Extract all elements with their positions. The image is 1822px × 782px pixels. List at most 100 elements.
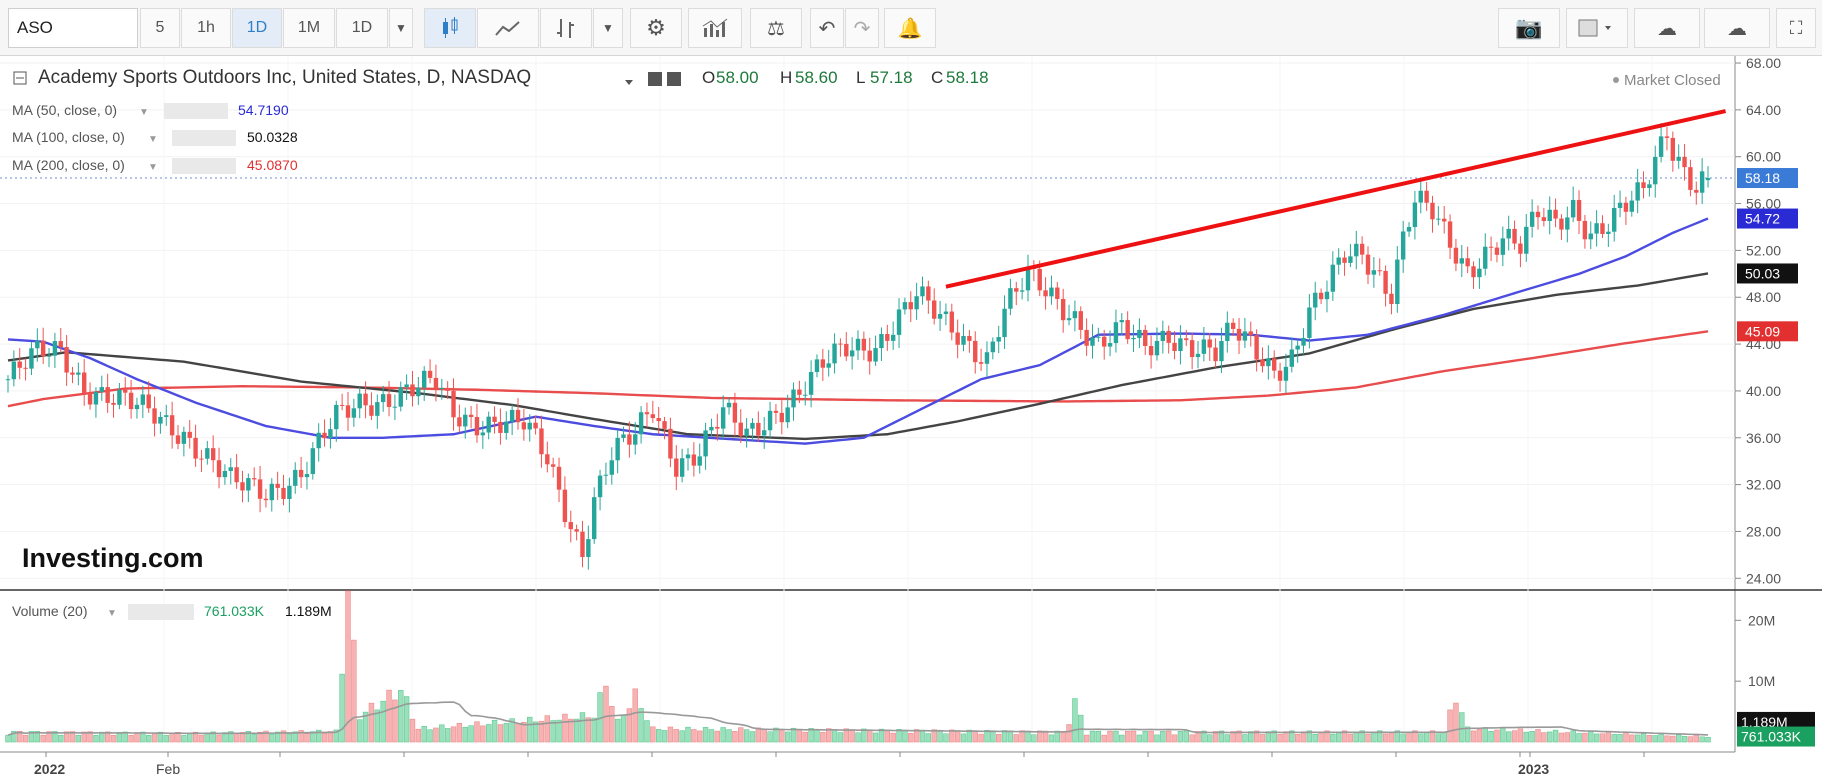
volume-bar (1623, 732, 1629, 743)
volume-bar (1617, 734, 1623, 743)
indicators-icon[interactable] (688, 8, 742, 48)
price-value-label: 45.09 (1745, 323, 1780, 339)
volume-bar (767, 731, 773, 743)
close-label: C (931, 68, 943, 87)
ma100-dropdown-icon[interactable]: ▼ (148, 134, 158, 145)
volume-bar (1066, 724, 1072, 743)
cloud-upload-icon[interactable]: ☁ (1704, 8, 1770, 48)
volume-bar (187, 732, 193, 743)
volume-bar (1576, 733, 1582, 743)
ma50-dropdown-icon[interactable]: ▼ (139, 107, 149, 118)
ma100-controls-icon[interactable] (172, 130, 236, 146)
ma200-dropdown-icon[interactable]: ▼ (148, 162, 158, 173)
volume-bar (468, 725, 474, 743)
fullscreen-icon[interactable]: ⛶ (1776, 8, 1816, 48)
volume-dropdown-icon[interactable]: ▼ (107, 608, 117, 619)
volume-bar (1242, 734, 1248, 743)
volume-bar (1488, 731, 1494, 743)
volume-bar (1705, 736, 1711, 743)
chart-area[interactable]: 68.0064.0060.0056.0052.0048.0044.0040.00… (0, 56, 1822, 782)
volume-bar (1382, 733, 1389, 743)
interval-custom[interactable]: 1D (336, 8, 388, 48)
volume-value-label: 761.033K (1741, 729, 1802, 745)
volume-bar (1042, 730, 1049, 743)
interval-1h[interactable]: 1h (181, 8, 231, 48)
price-tick-label: 24.00 (1746, 570, 1781, 586)
volume-bar (351, 639, 357, 743)
volume-bar (1130, 730, 1137, 743)
ma200-controls-icon[interactable] (172, 158, 236, 174)
candles-icon[interactable] (424, 8, 476, 48)
volume-bar (1224, 734, 1231, 743)
compare-scale-icon[interactable]: ⚖ (750, 8, 802, 48)
redo-icon[interactable]: ↷ (845, 8, 879, 48)
volume-bar (1142, 730, 1148, 743)
price-tick-label: 36.00 (1746, 430, 1781, 446)
bars-icon[interactable] (540, 8, 592, 48)
volume-bar (954, 730, 961, 743)
volume-bar (1207, 734, 1213, 743)
volume-bar (1318, 731, 1324, 743)
volume-bar (603, 685, 609, 743)
volume-value-2: 1.189M (285, 603, 332, 619)
volume-bar (726, 729, 732, 743)
volume-bar (1652, 735, 1658, 743)
volume-bar (837, 732, 844, 743)
market-status: Market Closed (1624, 72, 1721, 89)
volume-bar (708, 729, 715, 743)
gear-small-icon[interactable] (667, 72, 681, 86)
volume-bar (673, 729, 679, 743)
volume-bar (1582, 732, 1588, 743)
volume-bar (339, 673, 345, 743)
price-tick-label: 60.00 (1746, 149, 1781, 165)
volume-bar (163, 735, 169, 743)
volume-bar (1441, 731, 1447, 743)
volume-bar (585, 717, 592, 743)
volume-bar (937, 730, 943, 743)
interval-1d[interactable]: 1D (232, 8, 282, 48)
price-tick-label: 32.00 (1746, 477, 1781, 493)
line-chart-icon[interactable] (477, 8, 539, 48)
volume-bar (1476, 729, 1483, 743)
volume-bar (1031, 734, 1037, 743)
volume-bar (480, 725, 486, 743)
volume-bar (58, 734, 64, 743)
volume-bar (1535, 729, 1541, 743)
volume-bar (650, 726, 656, 743)
volume-bar (749, 731, 756, 743)
price-tick-label: 48.00 (1746, 289, 1781, 305)
volume-bar (1183, 730, 1189, 743)
interval-1m[interactable]: 1M (283, 8, 335, 48)
volume-controls-icon[interactable] (128, 604, 194, 620)
volume-bar (1552, 729, 1559, 743)
camera-icon[interactable]: 📷 (1498, 8, 1560, 48)
volume-bar (233, 734, 240, 743)
volume-bar (644, 720, 650, 743)
volume-bar (321, 733, 328, 743)
alert-bell-icon[interactable]: 🔔 (884, 8, 936, 48)
volume-bar (755, 727, 762, 743)
cloud-download-icon[interactable]: ☁ (1634, 8, 1700, 48)
layout-select-icon[interactable] (1566, 8, 1628, 48)
volume-bar (439, 724, 445, 743)
volume-bar (1482, 727, 1488, 743)
symbol-input[interactable]: ASO (8, 8, 138, 48)
interval-dropdown[interactable]: ▼ (389, 8, 413, 48)
eye-icon[interactable] (648, 72, 662, 86)
volume-bar (1699, 736, 1705, 743)
ma50-controls-icon[interactable] (164, 103, 228, 119)
settings-gear-icon[interactable]: ⚙ (630, 8, 682, 48)
chart-type-dropdown[interactable]: ▼ (593, 8, 623, 48)
undo-icon[interactable]: ↶ (810, 8, 844, 48)
volume-bar (1095, 730, 1102, 743)
price-tick-label: 40.00 (1746, 383, 1781, 399)
interval-5[interactable]: 5 (140, 8, 180, 48)
volume-bar (462, 726, 468, 743)
volume-bar (890, 732, 896, 743)
price-value-label: 50.03 (1745, 265, 1780, 281)
volume-bar (110, 734, 117, 743)
volume-bar (527, 716, 533, 743)
time-axis-label: 2023 (1518, 761, 1549, 777)
volume-bar (145, 735, 152, 743)
volume-bar (1646, 735, 1653, 743)
